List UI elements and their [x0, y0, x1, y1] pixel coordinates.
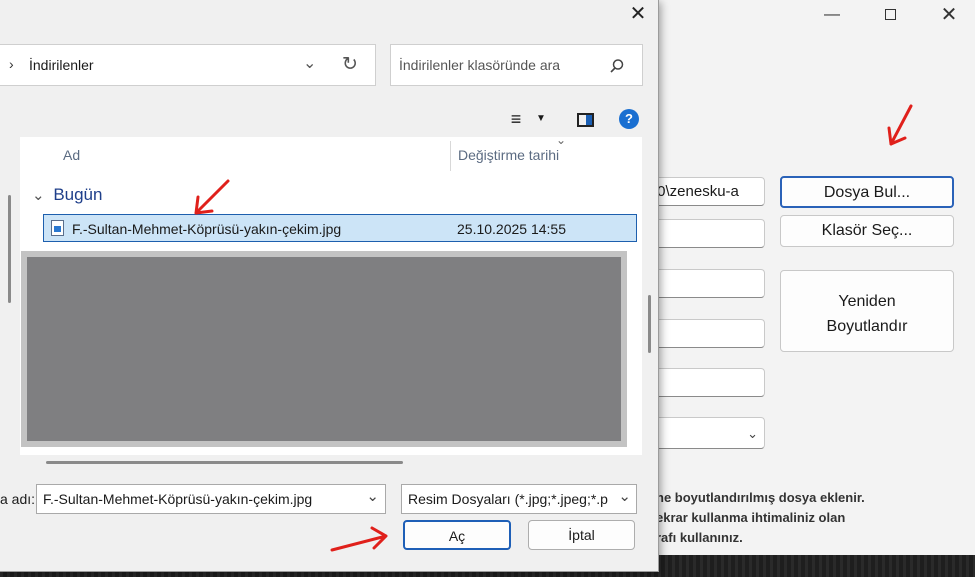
refresh-icon[interactable]: ↻: [342, 53, 358, 76]
close-icon[interactable]: ✕: [927, 4, 971, 26]
cancel-button[interactable]: İptal: [528, 520, 635, 550]
open-button[interactable]: Aç: [403, 520, 511, 550]
view-list-icon[interactable]: ≡: [505, 108, 527, 130]
select-folder-button[interactable]: Klasör Seç...: [780, 215, 954, 247]
breadcrumb[interactable]: İndirilenler: [29, 57, 94, 73]
file-modified: 25.10.2025 14:55: [457, 221, 566, 237]
chevron-down-icon[interactable]: ⌄: [303, 53, 316, 73]
horizontal-scrollbar[interactable]: [46, 461, 403, 464]
chevron-down-icon[interactable]: ▼: [533, 108, 549, 130]
field-5[interactable]: [650, 368, 765, 397]
chevron-right-icon: ›: [9, 56, 14, 72]
chevron-down-icon[interactable]: ⌄: [616, 487, 631, 505]
preview-pane-icon[interactable]: [574, 108, 596, 130]
filename-label: a adı:: [0, 491, 36, 507]
search-icon: [610, 59, 624, 73]
redacted-area: [21, 251, 627, 447]
minimize-icon[interactable]: —: [810, 4, 854, 26]
help-icon[interactable]: ?: [619, 109, 639, 129]
format-select[interactable]: ⌄: [650, 417, 765, 449]
note-line-2: ekrar kullanma ihtimaliniz olan: [656, 510, 846, 525]
note-line-1: ne boyutlandırılmış dosya eklenir.: [656, 490, 865, 505]
column-divider: [450, 141, 451, 171]
annotation-arrow-file: [194, 179, 230, 215]
sort-chevron-icon: ⌄: [556, 133, 567, 147]
field-3[interactable]: [650, 269, 765, 298]
filetype-value: Resim Dosyaları (*.jpg;*.jpeg;*.p: [408, 491, 608, 507]
column-header-name[interactable]: Ad: [63, 147, 80, 163]
chevron-down-icon: ⌄: [747, 426, 758, 441]
resize-label-line1: Yeniden: [838, 293, 896, 310]
filename-value: F.-Sultan-Mehmet-Köprüsü-yakın-çekim.jpg: [43, 491, 313, 507]
nav-pane-scroll[interactable]: [8, 195, 11, 303]
address-bar[interactable]: › İndirilenler ⌄ ↻: [0, 44, 376, 86]
file-open-dialog: ✕ › İndirilenler ⌄ ↻ İndirilenler klasör…: [0, 0, 659, 572]
path-field[interactable]: .0\zenesku-a: [650, 177, 765, 206]
chevron-down-icon[interactable]: ⌄: [366, 487, 379, 505]
vertical-scrollbar[interactable]: [648, 295, 651, 353]
search-input[interactable]: İndirilenler klasöründe ara: [399, 57, 560, 73]
annotation-arrow-find-button: [887, 104, 913, 146]
maximize-icon[interactable]: [868, 4, 912, 26]
group-header-today[interactable]: ⌄ Bugün: [32, 185, 102, 205]
field-4[interactable]: [650, 319, 765, 348]
resize-button[interactable]: Yeniden Boyutlandır: [780, 270, 954, 352]
annotation-arrow-open-button: [330, 526, 388, 552]
resize-label-line2: Boyutlandır: [826, 318, 908, 335]
filetype-select[interactable]: Resim Dosyaları (*.jpg;*.jpeg;*.p ⌄: [401, 484, 637, 514]
resizer-app-window: — ✕ .0\zenesku-a ⌄ Dosya Bul... Klasör S…: [640, 0, 975, 555]
find-file-button[interactable]: Dosya Bul...: [780, 176, 954, 208]
field-2[interactable]: [650, 219, 765, 248]
filename-input[interactable]: F.-Sultan-Mehmet-Köprüsü-yakın-çekim.jpg…: [36, 484, 386, 514]
file-list: Ad ⌄ Değiştirme tarihi ⌄ Bugün F.-Sultan…: [20, 133, 651, 455]
group-label: Bugün: [53, 185, 103, 204]
chevron-down-icon: ⌄: [32, 187, 45, 204]
column-header-modified[interactable]: Değiştirme tarihi: [458, 147, 559, 163]
search-box[interactable]: İndirilenler klasöründe ara: [390, 44, 643, 86]
image-file-icon: [51, 220, 64, 236]
note-line-3: rafı kullanınız.: [656, 530, 743, 545]
close-icon[interactable]: ✕: [618, 1, 658, 29]
file-row[interactable]: F.-Sultan-Mehmet-Köprüsü-yakın-çekim.jpg…: [43, 214, 637, 242]
